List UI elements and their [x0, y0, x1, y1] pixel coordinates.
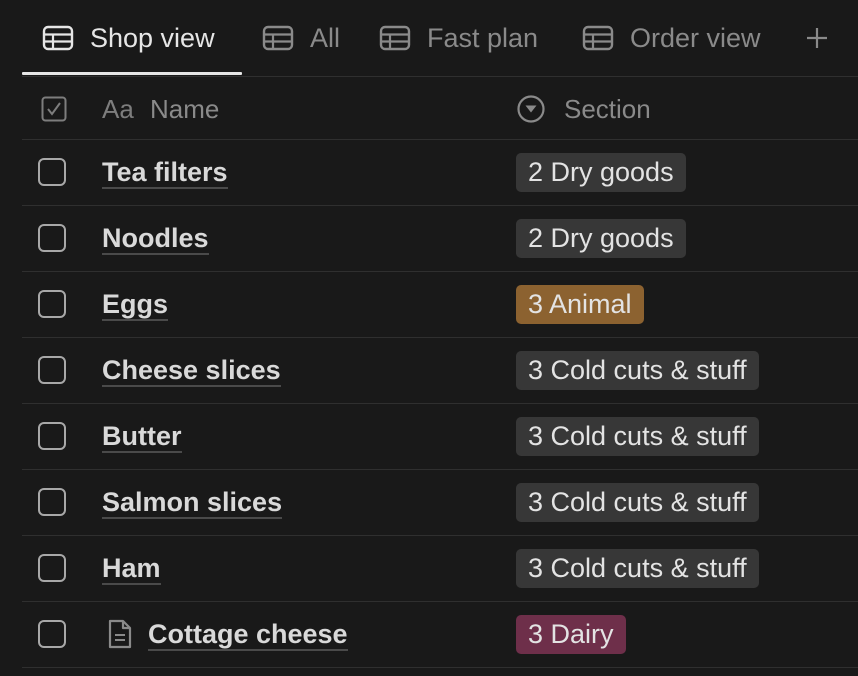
- add-view-button[interactable]: [802, 18, 832, 58]
- row-name[interactable]: Cheese slices: [102, 355, 281, 387]
- row-checkbox[interactable]: [38, 224, 66, 252]
- section-tag[interactable]: 3 Cold cuts & stuff: [516, 417, 759, 456]
- table-icon: [42, 25, 74, 51]
- row-checkbox[interactable]: [38, 488, 66, 516]
- column-header-section[interactable]: Section: [564, 94, 651, 125]
- row-checkbox[interactable]: [38, 158, 66, 186]
- row-name[interactable]: Butter: [102, 421, 182, 453]
- table-row[interactable]: Cheese slices 3 Cold cuts & stuff: [22, 338, 858, 404]
- page-icon: [108, 619, 132, 649]
- tab-label: Order view: [630, 22, 761, 53]
- row-name[interactable]: Salmon slices: [102, 487, 283, 519]
- table-icon: [582, 25, 614, 51]
- tab-fast-plan[interactable]: Fast plan: [379, 16, 538, 60]
- column-header-name[interactable]: Name: [150, 94, 219, 125]
- section-tag[interactable]: 3 Cold cuts & stuff: [516, 549, 759, 588]
- tab-label: All: [310, 22, 341, 53]
- row-name[interactable]: Tea filters: [102, 157, 228, 189]
- row-checkbox[interactable]: [38, 356, 66, 384]
- section-tag[interactable]: 3 Animal: [516, 285, 644, 324]
- table-row[interactable]: Ham 3 Cold cuts & stuff: [22, 536, 858, 602]
- checkbox-property-icon[interactable]: [41, 96, 67, 122]
- tab-shop-view[interactable]: Shop view: [42, 16, 215, 60]
- row-checkbox[interactable]: [38, 554, 66, 582]
- row-checkbox[interactable]: [38, 620, 66, 648]
- text-property-icon: Aa: [102, 94, 134, 124]
- active-tab-indicator: [22, 72, 242, 75]
- table-row[interactable]: Cottage cheese 3 Dairy: [22, 602, 858, 668]
- tab-all[interactable]: All: [262, 16, 340, 60]
- section-tag[interactable]: 3 Dairy: [516, 615, 626, 654]
- tab-label: Shop view: [90, 22, 215, 53]
- section-tag[interactable]: 3 Cold cuts & stuff: [516, 351, 759, 390]
- row-name[interactable]: Eggs: [102, 289, 169, 321]
- tab-label: Fast plan: [427, 22, 539, 53]
- section-tag[interactable]: 2 Dry goods: [516, 219, 686, 258]
- select-property-icon: [517, 95, 545, 123]
- tab-order-view[interactable]: Order view: [582, 16, 761, 60]
- table-row[interactable]: Eggs 3 Animal: [22, 272, 858, 338]
- view-tabs: Shop view All Fast plan Order view: [22, 0, 858, 77]
- row-checkbox[interactable]: [38, 422, 66, 450]
- table-row[interactable]: Noodles 2 Dry goods: [22, 206, 858, 272]
- table-icon: [262, 25, 294, 51]
- table-row[interactable]: Salmon slices 3 Cold cuts & stuff: [22, 470, 858, 536]
- table-row[interactable]: Tea filters 2 Dry goods: [22, 140, 858, 206]
- table-header-row: Aa Name Section: [22, 76, 858, 140]
- table-icon: [379, 25, 411, 51]
- table-row[interactable]: Butter 3 Cold cuts & stuff: [22, 404, 858, 470]
- database-view: Shop view All Fast plan Order view Aa Na…: [0, 0, 858, 676]
- row-checkbox[interactable]: [38, 290, 66, 318]
- section-tag[interactable]: 2 Dry goods: [516, 153, 686, 192]
- row-name[interactable]: Cottage cheese: [148, 619, 348, 651]
- row-name[interactable]: Ham: [102, 553, 161, 585]
- row-name[interactable]: Noodles: [102, 223, 209, 255]
- plus-icon: [807, 28, 827, 48]
- database-table: Aa Name Section Tea filters 2 Dry goods …: [22, 76, 858, 668]
- section-tag[interactable]: 3 Cold cuts & stuff: [516, 483, 759, 522]
